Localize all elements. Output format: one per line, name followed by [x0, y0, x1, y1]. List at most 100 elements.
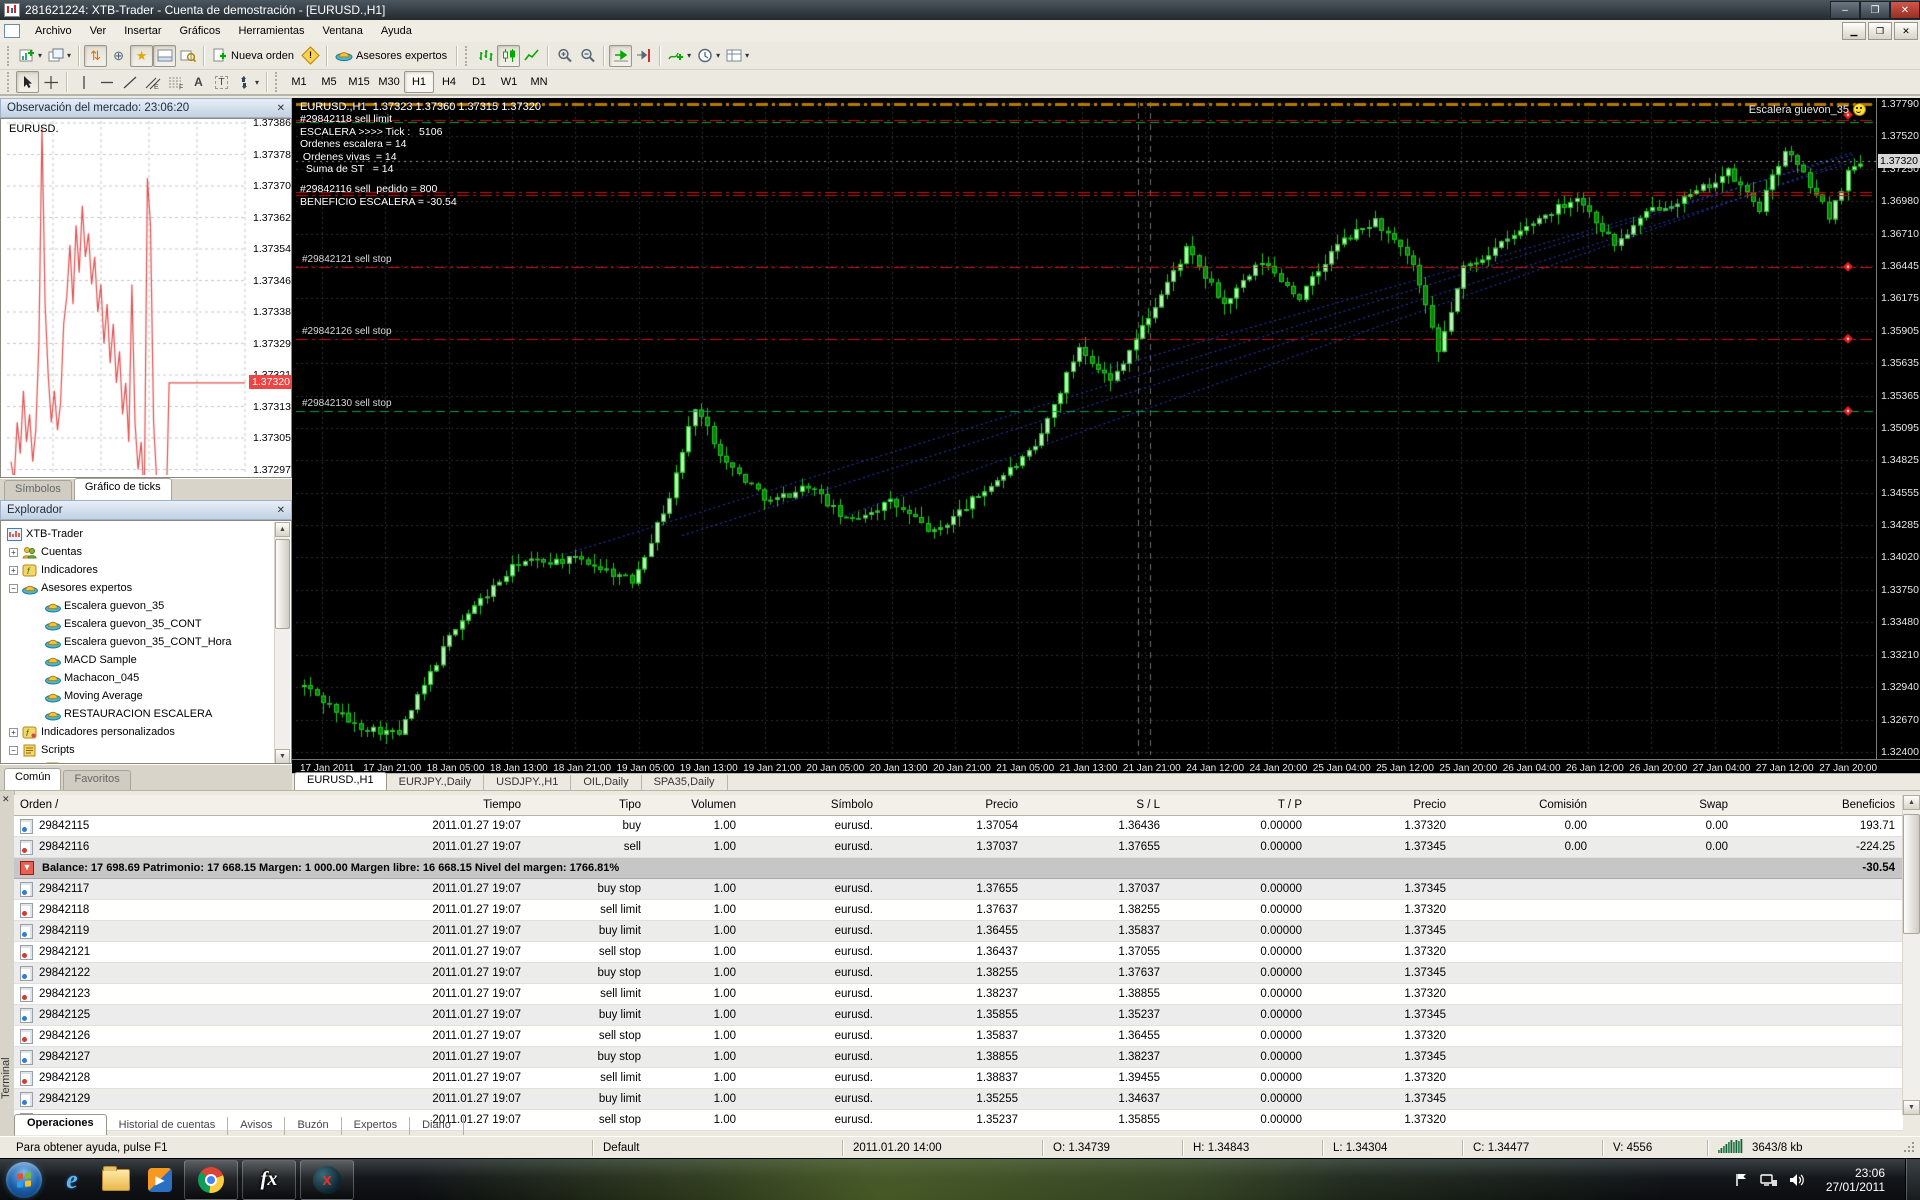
periods-dropdown-icon[interactable]: ▾ — [716, 51, 720, 60]
file-explorer-icon[interactable] — [101, 1165, 131, 1195]
terminal-scrollbar[interactable]: ▲ ▼ — [1902, 795, 1920, 1115]
auto-scroll-button[interactable] — [609, 44, 633, 67]
tab-gr-fico-de-ticks[interactable]: Gráfico de ticks — [73, 478, 172, 500]
volume-icon[interactable] — [1788, 1173, 1806, 1187]
scroll-thumb[interactable] — [1903, 814, 1920, 934]
tree-item-indicadores-personalizados[interactable]: + f Indicadores personalizados — [9, 723, 175, 741]
order-row[interactable]: 29842116 2011.01.27 19:07 sell 1.00 eurusd. 1… — [14, 837, 1903, 858]
order-row[interactable]: 29842122 2011.01.27 19:07 buy stop 1.00 euru… — [14, 963, 1903, 984]
order-row[interactable]: 29842118 2011.01.27 19:07 sell limit 1.00 eu… — [14, 900, 1903, 921]
data-window-button[interactable]: ⊕ — [107, 45, 130, 67]
chart-tab-eurjpy-daily[interactable]: EURJPY.,Daily — [387, 775, 485, 790]
menu-item-archivo[interactable]: Archivo — [26, 22, 81, 40]
chart-mdi-icon[interactable] — [4, 24, 20, 38]
menu-item-ayuda[interactable]: Ayuda — [372, 22, 421, 40]
channel-button[interactable]: E — [141, 71, 164, 93]
price-axis[interactable]: 1.37790 1.37520 1.37250 1.36980 1.36710 1.364… — [1876, 98, 1920, 759]
start-button[interactable] — [6, 1161, 42, 1198]
timeframe-m5[interactable]: M5 — [314, 71, 344, 93]
mdi-close-button[interactable]: ✕ — [1894, 22, 1918, 40]
maximize-button[interactable]: ❐ — [1860, 1, 1890, 19]
terminal-tab-historial-de-cuentas[interactable]: Historial de cuentas — [107, 1117, 229, 1135]
tree-expand-icon[interactable]: + — [9, 547, 18, 557]
terminal-tab-diario[interactable]: Diario — [410, 1117, 464, 1135]
chart-window[interactable]: EURUSD.,H1 1.37323 1.37360 1.37315 1.373… — [292, 98, 1920, 774]
order-row[interactable]: 29842121 2011.01.27 19:07 sell stop 1.00 eur… — [14, 942, 1903, 963]
terminal-close-icon[interactable]: ✕ — [2, 794, 10, 805]
tree-item-machacon-045[interactable]: Machacon_045 — [45, 669, 139, 687]
terminal-tab-buz-n[interactable]: Buzón — [285, 1117, 342, 1135]
price-chart-canvas[interactable] — [296, 102, 1876, 755]
profiles-dropdown-icon[interactable]: ▾ — [67, 51, 71, 60]
xtb-taskbar-button[interactable]: x — [300, 1159, 354, 1200]
zoom-in-button[interactable] — [553, 45, 576, 67]
timeframe-m30[interactable]: M30 — [374, 71, 404, 93]
order-row[interactable]: 29842125 2011.01.27 19:07 buy limit 1.00 eur… — [14, 1005, 1903, 1026]
navigator-scrollbar[interactable]: ▲ ▼ — [274, 522, 290, 763]
order-row[interactable]: 29842129 2011.01.27 19:07 buy limit 1.00 eur… — [14, 1089, 1903, 1110]
tree-item-asesores-expertos[interactable]: − Asesores expertos — [9, 579, 132, 597]
scroll-thumb[interactable] — [275, 539, 290, 629]
vline-button[interactable] — [72, 71, 95, 93]
tree-item-scripts[interactable]: − Scripts — [9, 741, 75, 759]
chart-tab-oil-daily[interactable]: OIL,Daily — [571, 775, 642, 790]
taskbar-clock[interactable]: 23:06 27/01/2011 — [1826, 1166, 1885, 1194]
indicators-button[interactable]: ▾ — [665, 45, 694, 67]
media-player-icon[interactable]: ▶ — [145, 1165, 175, 1195]
candlestick-chart-button[interactable] — [497, 44, 521, 67]
new-chart-button[interactable]: ▾ — [16, 45, 45, 67]
market-watch-close-icon[interactable]: ✕ — [277, 103, 285, 114]
tab-favoritos[interactable]: Favoritos — [63, 770, 131, 790]
menu-item-herramientas[interactable]: Herramientas — [229, 22, 313, 40]
tree-expand-icon[interactable]: − — [9, 745, 18, 755]
text-label-button[interactable]: T — [210, 71, 233, 93]
tree-expand-icon[interactable]: + — [9, 727, 18, 737]
order-row[interactable]: 29842128 2011.01.27 19:07 sell limit 1.00 eu… — [14, 1068, 1903, 1089]
order-row[interactable]: 29842123 2011.01.27 19:07 sell limit 1.00 eu… — [14, 984, 1903, 1005]
crosshair-button[interactable] — [39, 71, 62, 93]
arrows-dropdown-icon[interactable]: ▾ — [255, 78, 259, 87]
terminal-button[interactable] — [153, 44, 177, 67]
cursor-button[interactable] — [16, 71, 39, 93]
mdi-restore-button[interactable]: ❐ — [1868, 22, 1892, 40]
menu-item-ver[interactable]: Ver — [81, 22, 116, 40]
fibonacci-button[interactable]: F — [164, 71, 187, 93]
flag-icon[interactable] — [1734, 1173, 1750, 1187]
chrome-taskbar-button[interactable] — [184, 1159, 238, 1200]
tree-item-cuentas[interactable]: + Cuentas — [9, 543, 82, 561]
templates-dropdown-icon[interactable]: ▾ — [745, 51, 749, 60]
tree-item-escalera-guevon-35-cont-hora[interactable]: Escalera guevon_35_CONT_Hora — [45, 633, 232, 651]
chart-tab-eurusd-h1[interactable]: EURUSD.,H1 — [294, 772, 387, 790]
scroll-down-icon[interactable]: ▼ — [275, 749, 290, 763]
order-row[interactable]: 29842126 2011.01.27 19:07 sell stop 1.00 eur… — [14, 1026, 1903, 1047]
timeframe-m1[interactable]: M1 — [284, 71, 314, 93]
chart-tab-usdjpy-h1[interactable]: USDJPY.,H1 — [484, 775, 572, 790]
zoom-out-button[interactable] — [576, 45, 599, 67]
tree-expand-icon[interactable]: − — [9, 583, 18, 593]
timeframe-d1[interactable]: D1 — [464, 71, 494, 93]
network-icon[interactable] — [1760, 1173, 1778, 1187]
timeframe-mn[interactable]: MN — [524, 71, 554, 93]
order-row[interactable]: 29842117 2011.01.27 19:07 buy stop 1.00 euru… — [14, 879, 1903, 900]
timeframe-w1[interactable]: W1 — [494, 71, 524, 93]
mdi-minimize-button[interactable]: ▁ — [1842, 22, 1866, 40]
order-row[interactable]: 29842127 2011.01.27 19:07 buy stop 1.00 euru… — [14, 1047, 1903, 1068]
templates-button[interactable]: ▾ — [723, 45, 752, 67]
trendline-button[interactable] — [118, 71, 141, 93]
menu-item-ventana[interactable]: Ventana — [314, 22, 372, 40]
tree-item-restauracion-escalera[interactable]: RESTAURACION ESCALERA — [45, 705, 212, 723]
expert-advisors-button[interactable]: Asesores expertos — [332, 45, 452, 67]
tree-item-xtb-trader[interactable]: XTB-Trader — [7, 525, 83, 543]
market-watch-button[interactable]: ⇅ — [84, 44, 108, 67]
metaeditor-button[interactable]: ! — [299, 45, 322, 67]
terminal-tab-operaciones[interactable]: Operaciones — [14, 1114, 107, 1135]
strategy-tester-button[interactable] — [176, 45, 199, 67]
hline-button[interactable] — [95, 71, 118, 93]
new-order-button[interactable]: Nueva orden — [209, 45, 299, 67]
tab-com-n[interactable]: Común — [4, 768, 62, 790]
navigator-close-icon[interactable]: ✕ — [277, 505, 285, 516]
chart-shift-button[interactable] — [632, 45, 655, 67]
internet-explorer-icon[interactable]: e — [57, 1165, 87, 1195]
fx-app-taskbar-button[interactable]: fx — [242, 1159, 296, 1200]
navigator-button[interactable]: ★ — [130, 44, 154, 67]
